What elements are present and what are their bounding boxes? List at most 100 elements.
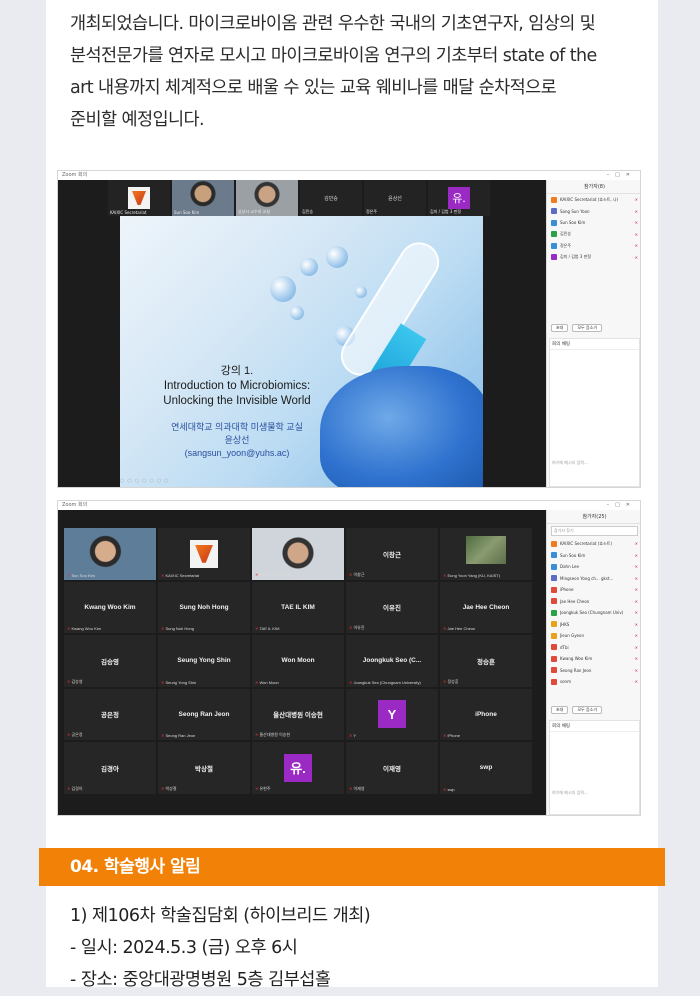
event-notice: 1) 제106차 학술집담회 (하이브리드 개최) - 일시: 2024.5.3… [70,900,630,996]
participant-tile[interactable]: 윤상선 정은주 [364,180,426,216]
participant-row[interactable]: Jae Hee Cheon ✕ [547,596,640,608]
participant-label: 공은정 [101,712,119,720]
participant-tile[interactable]: Seong Ran Jeon Seong Ran Jeon [158,688,250,740]
participant-row[interactable]: Sun Soo Kim ✕ [547,217,640,229]
molecule-graphic [290,306,304,320]
participant-tile[interactable]: 울산대병원 이승현울산대병원 이승현 [252,688,344,740]
participant-row[interactable]: 김민승 ✕ [547,229,640,241]
mic-muted-icon[interactable]: ✕ [635,645,638,650]
section-title: 04. 학술행사 알림 [70,857,201,877]
mic-muted-icon[interactable]: ✕ [635,232,638,237]
mic-muted-icon[interactable]: ✕ [635,656,638,661]
molecule-graphic [270,276,296,302]
participant-tile[interactable]: YY [346,688,438,740]
participant-label: 정승훈 [477,658,495,666]
participant-row[interactable]: Sang Sun Yoon ✕ [547,206,640,218]
mic-muted-icon[interactable]: ✕ [635,553,638,558]
invite-button[interactable]: 초대 [551,706,569,714]
mute-all-button[interactable]: 모두 음소거 [572,706,603,714]
participant-tile[interactable]: swp swp [440,742,532,794]
participant-tile[interactable]: Kwang Woo Kim Kwang Woo Kim [64,581,156,633]
participant-tile[interactable]: KAIXIC Secretariat [158,528,250,580]
participant-tile[interactable]: TAE IL KIM TAE IL KIM [252,581,344,633]
participant-row[interactable]: JHKS ✕ [547,619,640,631]
participant-tile[interactable]: Eung Yoon Yang (KU, KAIST) [440,528,532,580]
participant-tile[interactable]: 유. 김미 / 김범 3 판정 [428,180,490,216]
participant-name: Kwang Woo Kim [560,656,593,662]
participant-row[interactable]: Seong Ran Jeon ✕ [547,665,640,677]
participant-name: Sun Soo Kim [67,573,94,578]
participant-tile[interactable]: Sung Noh Hong Sung Noh Hong [158,581,250,633]
avatar [551,540,557,547]
mic-muted-icon[interactable]: ✕ [635,633,638,638]
mic-muted-icon[interactable]: ✕ [635,610,638,615]
mic-muted-icon[interactable]: ✕ [635,587,638,592]
molecule-graphic [355,286,367,298]
participant-tile[interactable]: Sun Soo Kim [64,528,156,580]
mic-muted-icon[interactable]: ✕ [635,668,638,673]
participant-tile[interactable]: 김민승 김민승 [300,180,362,216]
participant-tile[interactable]: 이창근이창근 [346,528,438,580]
participant-tile[interactable]: 공은정공은정 [64,688,156,740]
participant-tile[interactable]: Seung Yong Shin Seung Yong Shin [158,635,250,687]
participant-search-input[interactable]: 참가자 찾기 [551,526,638,536]
participant-name: 유현주 [255,786,270,792]
participant-tile[interactable]: 김경아김경아 [64,742,156,794]
intro-paragraph: 개최되었습니다. 마이크로바이옴 관련 우수한 국내의 기초연구자, 임상의 및… [70,8,634,136]
mic-muted-icon[interactable]: ✕ [635,541,638,546]
chat-input[interactable]: 여기에 메시지 입력... [552,460,588,466]
participant-tile[interactable]: iPhone iPhone [440,688,532,740]
chat-input[interactable]: 여기에 메시지 입력... [552,790,588,796]
mute-all-button[interactable]: 모두 음소거 [572,324,603,332]
participant-tile[interactable]: 이유진이유진 [346,581,438,633]
participant-name: 상상사 교수의 교실 [255,572,291,578]
avatar [551,655,557,662]
invite-button[interactable]: 초대 [551,324,569,332]
avatar [551,219,557,226]
participant-row[interactable]: Joongkuk Seo (Chungnam Univ) ✕ [547,607,640,619]
participant-row[interactable]: 정은주 ✕ [547,240,640,252]
participant-tile[interactable]: 이재영이재영 [346,742,438,794]
mic-muted-icon[interactable]: ✕ [635,220,638,225]
mic-muted-icon[interactable]: ✕ [635,622,638,627]
participant-row[interactable]: Sun Soo Kim ✕ [547,550,640,562]
participant-row[interactable]: 김미 / 김범 3 판정 ✕ [547,252,640,264]
participant-row[interactable]: KAIXIC Secretariat (호스트) ✕ [547,538,640,550]
participant-tile[interactable]: Joongkuk Seo (C... Joongkuk Seo (Chungnam… [346,635,438,687]
participant-tile[interactable]: Sun Soo Kim [172,180,234,216]
mic-muted-icon[interactable]: ✕ [635,599,638,604]
avatar [551,598,557,605]
window-controls-icon[interactable]: –□✕ [607,501,636,510]
participant-row[interactable]: KAIXIC Secretariat (호스트, 나) ✕ [547,194,640,206]
mic-muted-icon[interactable]: ✕ [635,209,638,214]
participant-tile[interactable]: 상상사 교수의 교실 [236,180,298,216]
molecule-graphic [326,246,348,268]
participant-name: iPhone [560,587,574,593]
participant-row[interactable]: dTbi ✕ [547,642,640,654]
participant-tile[interactable]: 상상사 교수의 교실 [252,528,344,580]
mic-muted-icon[interactable]: ✕ [635,197,638,202]
participant-label: 이창근 [383,551,401,559]
participant-tile[interactable]: 유. 유현주 [252,742,344,794]
participant-row[interactable]: Mingseon Yong ch... gkst... ✕ [547,573,640,585]
participant-row[interactable]: iPhone ✕ [547,584,640,596]
mic-muted-icon[interactable]: ✕ [635,255,638,260]
participant-row[interactable]: Dahn Lee ✕ [547,561,640,573]
mic-muted-icon[interactable]: ✕ [635,243,638,248]
slide-lecture-number: 강의 1. [220,365,254,377]
participant-tile[interactable]: Won Moon Won Moon [252,635,344,687]
annotation-toolbar-icon[interactable]: ○○○○○○○ [120,478,190,486]
window-controls-icon[interactable]: –□✕ [607,171,636,180]
participant-tile[interactable]: 박상철박상철 [158,742,250,794]
mic-muted-icon[interactable]: ✕ [635,576,638,581]
participant-tile[interactable]: KAIXIC Secretariat [108,180,170,216]
participant-tile[interactable]: 김승영김승영 [64,635,156,687]
participant-name: 김미 / 김범 3 판정 [430,209,462,214]
mic-muted-icon[interactable]: ✕ [635,564,638,569]
participant-row[interactable]: Jieun Gyeon ✕ [547,630,640,642]
participant-tile[interactable]: Jae Hee Cheon Jae Hee Cheon [440,581,532,633]
mic-muted-icon[interactable]: ✕ [635,679,638,684]
participant-tile[interactable]: 정승훈정승훈 [440,635,532,687]
participant-row[interactable]: sonm ✕ [547,676,640,688]
participant-row[interactable]: Kwang Woo Kim ✕ [547,653,640,665]
